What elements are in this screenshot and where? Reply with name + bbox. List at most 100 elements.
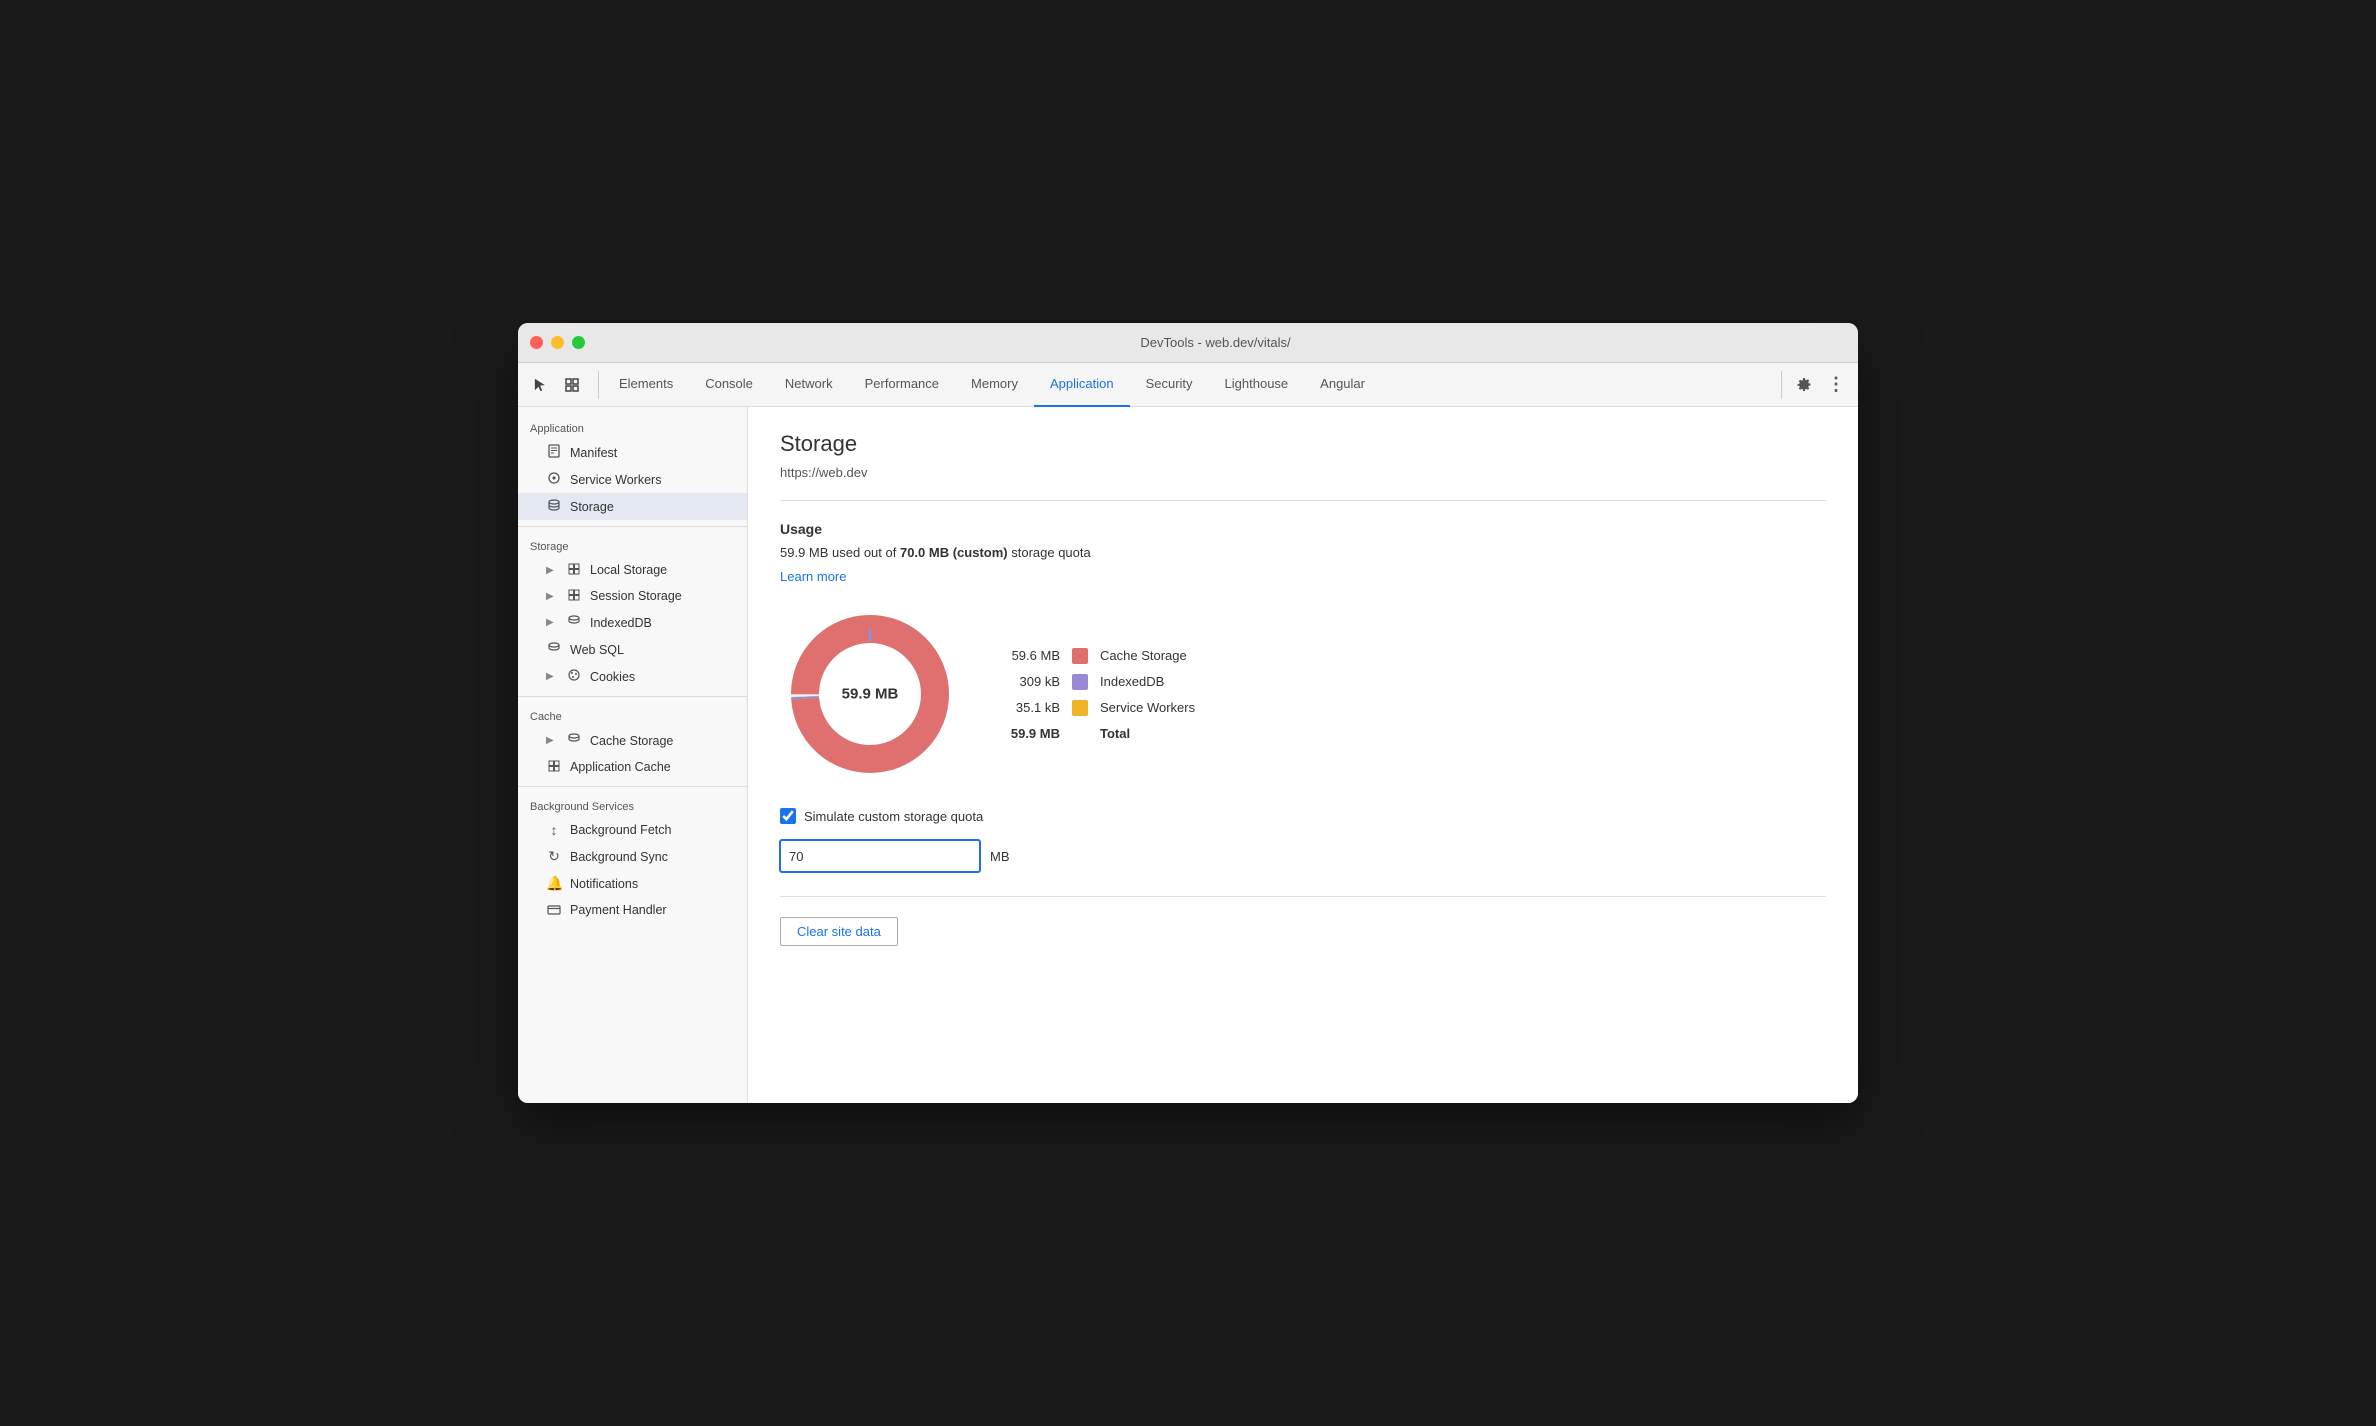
titlebar: DevTools - web.dev/vitals/ <box>518 323 1858 363</box>
web-sql-label: Web SQL <box>570 643 624 657</box>
storage-icon <box>546 498 562 515</box>
legend-label-cache: Cache Storage <box>1100 648 1187 663</box>
payment-handler-icon <box>546 902 562 918</box>
divider-top <box>780 500 1826 501</box>
arrow-cache-storage: ▶ <box>546 735 558 746</box>
tab-console[interactable]: Console <box>689 363 769 407</box>
devtools-window: DevTools - web.dev/vitals/ Elements <box>518 323 1858 1103</box>
legend-cache-storage: 59.6 MB Cache Storage <box>1000 648 1195 664</box>
sidebar-item-indexeddb[interactable]: ▶ IndexedDB <box>518 609 747 636</box>
cache-storage-label: Cache Storage <box>590 734 673 748</box>
legend-color-indexeddb <box>1072 674 1088 690</box>
arrow-indexeddb: ▶ <box>546 617 558 628</box>
cursor-icon[interactable] <box>526 371 554 399</box>
tab-network[interactable]: Network <box>769 363 849 407</box>
notifications-icon: 🔔 <box>546 875 562 892</box>
legend-total: 59.9 MB Total <box>1000 726 1195 741</box>
cookies-icon <box>566 668 582 685</box>
arrow-session-storage: ▶ <box>546 591 558 602</box>
toolbar-actions: ⋮ <box>1781 371 1850 399</box>
toolbar: Elements Console Network Performance Mem… <box>518 363 1858 407</box>
indexeddb-icon <box>566 614 582 631</box>
clear-site-data-button[interactable]: Clear site data <box>780 917 898 946</box>
local-storage-icon <box>566 562 582 578</box>
legend-label-indexeddb: IndexedDB <box>1100 674 1164 689</box>
payment-handler-label: Payment Handler <box>570 903 667 917</box>
web-sql-icon <box>546 641 562 658</box>
donut-chart: 59.9 MB <box>780 604 960 784</box>
simulate-quota-label[interactable]: Simulate custom storage quota <box>804 809 983 824</box>
tab-elements[interactable]: Elements <box>603 363 689 407</box>
close-button[interactable] <box>530 336 543 349</box>
storage-label: Storage <box>570 500 614 514</box>
tab-memory[interactable]: Memory <box>955 363 1034 407</box>
legend-label-sw: Service Workers <box>1100 700 1195 715</box>
divider-bottom <box>780 896 1826 897</box>
sidebar-item-application-cache[interactable]: Application Cache <box>518 754 747 780</box>
divider-bg-services <box>518 786 747 787</box>
sidebar-item-session-storage[interactable]: ▶ Session Storage <box>518 583 747 609</box>
tab-lighthouse[interactable]: Lighthouse <box>1209 363 1305 407</box>
sidebar-item-manifest[interactable]: Manifest <box>518 439 747 466</box>
sidebar-item-background-fetch[interactable]: ↕ Background Fetch <box>518 817 747 843</box>
inspect-icon[interactable] <box>558 371 586 399</box>
simulate-quota-checkbox[interactable] <box>780 808 796 824</box>
quota-input-row: MB <box>780 840 1826 872</box>
settings-button[interactable] <box>1790 371 1818 399</box>
divider-cache <box>518 696 747 697</box>
sidebar-item-service-workers[interactable]: Service Workers <box>518 466 747 493</box>
toolbar-icons <box>526 371 599 399</box>
sidebar-item-background-sync[interactable]: ↻ Background Sync <box>518 843 747 870</box>
legend-value-sw: 35.1 kB <box>1000 700 1060 715</box>
tab-angular[interactable]: Angular <box>1304 363 1381 407</box>
sidebar-item-cache-storage[interactable]: ▶ Cache Storage <box>518 727 747 754</box>
background-sync-icon: ↻ <box>546 848 562 865</box>
more-button[interactable]: ⋮ <box>1822 371 1850 399</box>
background-sync-label: Background Sync <box>570 850 668 864</box>
usage-description: 59.9 MB used out of 70.0 MB (custom) sto… <box>780 545 1826 560</box>
session-storage-icon <box>566 588 582 604</box>
tab-application[interactable]: Application <box>1034 363 1130 407</box>
quota-unit: MB <box>990 849 1010 864</box>
sidebar-section-storage: Storage <box>518 533 747 557</box>
legend-color-sw <box>1072 700 1088 716</box>
arrow-cookies: ▶ <box>546 671 558 682</box>
sidebar-item-storage[interactable]: Storage <box>518 493 747 520</box>
tab-performance[interactable]: Performance <box>849 363 955 407</box>
sidebar-section-bg-services: Background Services <box>518 793 747 817</box>
legend-value-indexeddb: 309 kB <box>1000 674 1060 689</box>
application-cache-label: Application Cache <box>570 760 671 774</box>
page-title: Storage <box>780 431 1826 457</box>
learn-more-link[interactable]: Learn more <box>780 569 846 584</box>
local-storage-label: Local Storage <box>590 563 667 577</box>
minimize-button[interactable] <box>551 336 564 349</box>
notifications-label: Notifications <box>570 877 638 891</box>
sidebar-item-payment-handler[interactable]: Payment Handler <box>518 897 747 923</box>
tabs: Elements Console Network Performance Mem… <box>603 363 1781 407</box>
sidebar-item-cookies[interactable]: ▶ Cookies <box>518 663 747 690</box>
legend-value-cache: 59.6 MB <box>1000 648 1060 663</box>
cache-storage-icon <box>566 732 582 749</box>
simulate-quota-row: Simulate custom storage quota <box>780 808 1826 824</box>
sidebar-item-notifications[interactable]: 🔔 Notifications <box>518 870 747 897</box>
legend-indexeddb: 309 kB IndexedDB <box>1000 674 1195 690</box>
sidebar-item-web-sql[interactable]: Web SQL <box>518 636 747 663</box>
quota-input[interactable] <box>780 840 980 872</box>
sidebar-section-cache: Cache <box>518 703 747 727</box>
indexeddb-label: IndexedDB <box>590 616 652 630</box>
sidebar-item-local-storage[interactable]: ▶ Local Storage <box>518 557 747 583</box>
main-layout: Application Manifest Service Workers Sto… <box>518 407 1858 1103</box>
content-area: Storage https://web.dev Usage 59.9 MB us… <box>748 407 1858 1103</box>
background-fetch-label: Background Fetch <box>570 823 671 837</box>
manifest-icon <box>546 444 562 461</box>
maximize-button[interactable] <box>572 336 585 349</box>
arrow-local-storage: ▶ <box>546 565 558 576</box>
legend-label-total: Total <box>1100 726 1130 741</box>
manifest-label: Manifest <box>570 446 617 460</box>
tab-security[interactable]: Security <box>1130 363 1209 407</box>
page-url: https://web.dev <box>780 465 1826 480</box>
service-workers-label: Service Workers <box>570 473 661 487</box>
window-title: DevTools - web.dev/vitals/ <box>585 335 1846 350</box>
usage-title: Usage <box>780 521 1826 537</box>
chart-legend: 59.6 MB Cache Storage 309 kB IndexedDB 3… <box>1000 648 1195 741</box>
